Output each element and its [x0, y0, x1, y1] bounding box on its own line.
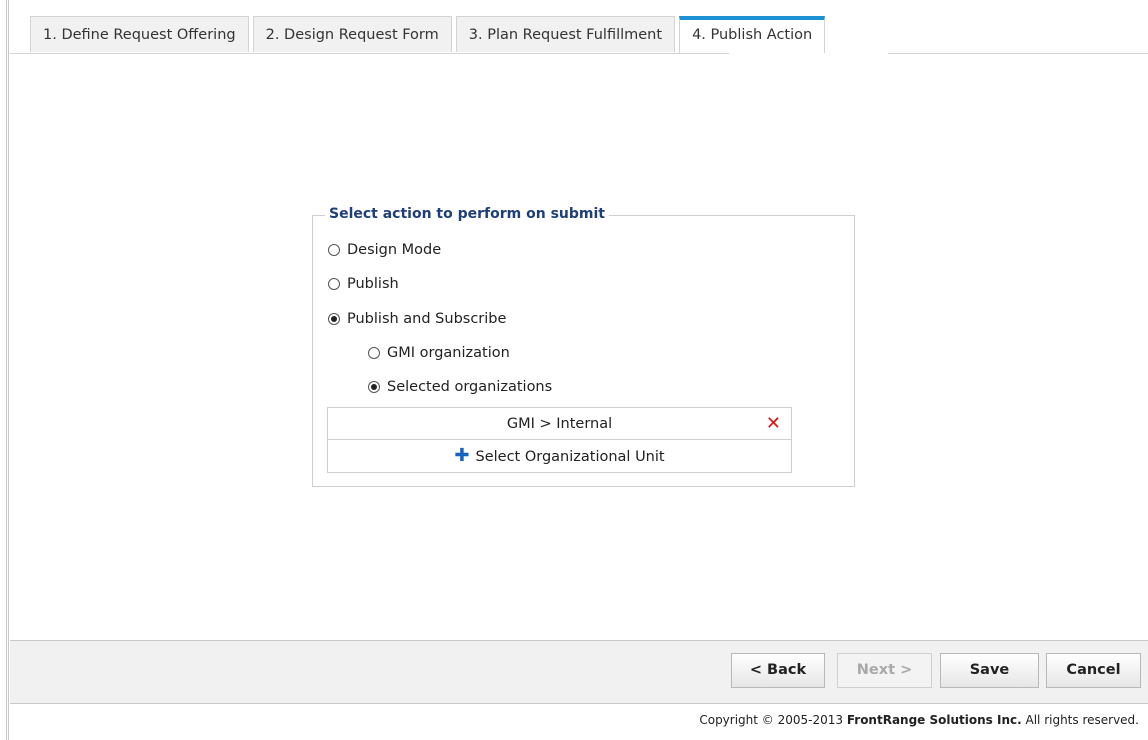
- button-bar: < Back Next > Save Cancel: [10, 640, 1148, 704]
- copyright: Copyright © 2005-2013 FrontRange Solutio…: [699, 713, 1139, 727]
- publish-and-subscribe-radio[interactable]: [328, 313, 340, 325]
- publish-radio[interactable]: [328, 278, 340, 290]
- remove-icon[interactable]: ✕: [766, 408, 781, 440]
- gmi-organization-label: GMI organization: [387, 345, 510, 361]
- cancel-button[interactable]: Cancel: [1046, 653, 1141, 688]
- option-selected-organizations[interactable]: Selected organizations: [368, 379, 552, 395]
- publish-label: Publish: [347, 276, 399, 292]
- company-name: FrontRange Solutions Inc.: [846, 713, 1022, 727]
- select-organizational-unit-label: Select Organizational Unit: [475, 449, 665, 465]
- gmi-organization-radio[interactable]: [368, 347, 380, 359]
- tab-divider: [10, 53, 1148, 54]
- action-fieldset: Select action to perform on submit Desig…: [312, 206, 855, 487]
- organization-list: GMI > Internal ✕ ✚ Select Organizational …: [327, 407, 792, 473]
- wizard-tabs: 1. Define Request Offering 2. Design Req…: [30, 16, 829, 53]
- left-border: [0, 0, 9, 740]
- publish-and-subscribe-label: Publish and Subscribe: [347, 311, 507, 327]
- select-organizational-unit-button[interactable]: ✚ Select Organizational Unit: [327, 440, 792, 473]
- plus-icon: ✚: [454, 445, 470, 466]
- option-gmi-organization[interactable]: GMI organization: [368, 345, 510, 361]
- design-mode-radio[interactable]: [328, 244, 340, 256]
- tab-design-request-form[interactable]: 2. Design Request Form: [252, 16, 452, 52]
- design-mode-label: Design Mode: [347, 242, 442, 258]
- save-button[interactable]: Save: [940, 653, 1039, 688]
- option-publish[interactable]: Publish: [328, 276, 399, 292]
- selected-organizations-label: Selected organizations: [387, 379, 553, 395]
- tab-plan-request-fulfillment[interactable]: 3. Plan Request Fulfillment: [455, 16, 676, 52]
- tab-define-request-offering[interactable]: 1. Define Request Offering: [30, 16, 249, 52]
- back-button[interactable]: < Back: [731, 653, 825, 688]
- selected-organizations-radio[interactable]: [368, 381, 380, 393]
- option-publish-and-subscribe[interactable]: Publish and Subscribe: [328, 311, 506, 327]
- organization-name: GMI > Internal: [506, 416, 613, 432]
- option-design-mode[interactable]: Design Mode: [328, 242, 441, 258]
- action-legend: Select action to perform on submit: [325, 206, 609, 222]
- organization-row: GMI > Internal ✕: [327, 407, 792, 440]
- next-button[interactable]: Next >: [837, 653, 932, 688]
- tab-publish-action[interactable]: 4. Publish Action: [679, 16, 826, 53]
